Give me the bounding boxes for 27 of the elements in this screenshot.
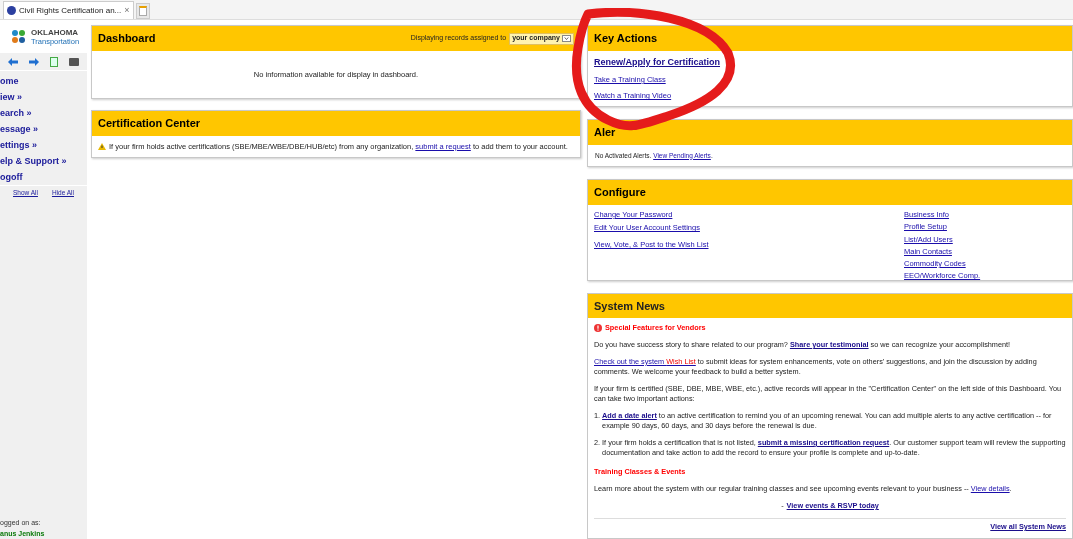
- nav-link[interactable]: ogoff: [0, 169, 87, 185]
- alert-icon: [594, 324, 602, 332]
- nav-link[interactable]: ome: [0, 73, 87, 89]
- forward-arrow-icon[interactable]: [29, 57, 39, 66]
- panel-title: Key Actions: [594, 31, 658, 47]
- logo-text: OKLAHOMA: [31, 27, 80, 37]
- action-link[interactable]: Renew/Apply for Certification: [594, 55, 720, 69]
- close-icon[interactable]: ×: [124, 3, 130, 18]
- nav-link[interactable]: essage »: [0, 121, 87, 137]
- nav-link[interactable]: ettings »: [0, 137, 87, 153]
- tab-title: Civil Rights Certification an...: [19, 4, 122, 17]
- panel-title: System News: [594, 298, 665, 314]
- panel-title: Aler: [594, 125, 616, 141]
- page-icon: [7, 6, 16, 15]
- nav-link[interactable]: earch »: [0, 105, 87, 121]
- panel-title: Dashboard: [98, 31, 156, 47]
- panel-title: Certification Center: [98, 116, 201, 132]
- new-tab-button[interactable]: [135, 3, 150, 19]
- panel-title: Configure: [594, 185, 646, 201]
- browser-tab[interactable]: Civil Rights Certification an... ×: [3, 1, 134, 19]
- warning-icon: [98, 143, 106, 150]
- caret-icon: [562, 35, 571, 42]
- nav-link[interactable]: iew »: [0, 89, 87, 105]
- back-arrow-icon[interactable]: [8, 57, 18, 66]
- nav-link[interactable]: elp & Support »: [0, 153, 87, 169]
- document-icon: [138, 6, 147, 16]
- logo-icon: [10, 27, 28, 46]
